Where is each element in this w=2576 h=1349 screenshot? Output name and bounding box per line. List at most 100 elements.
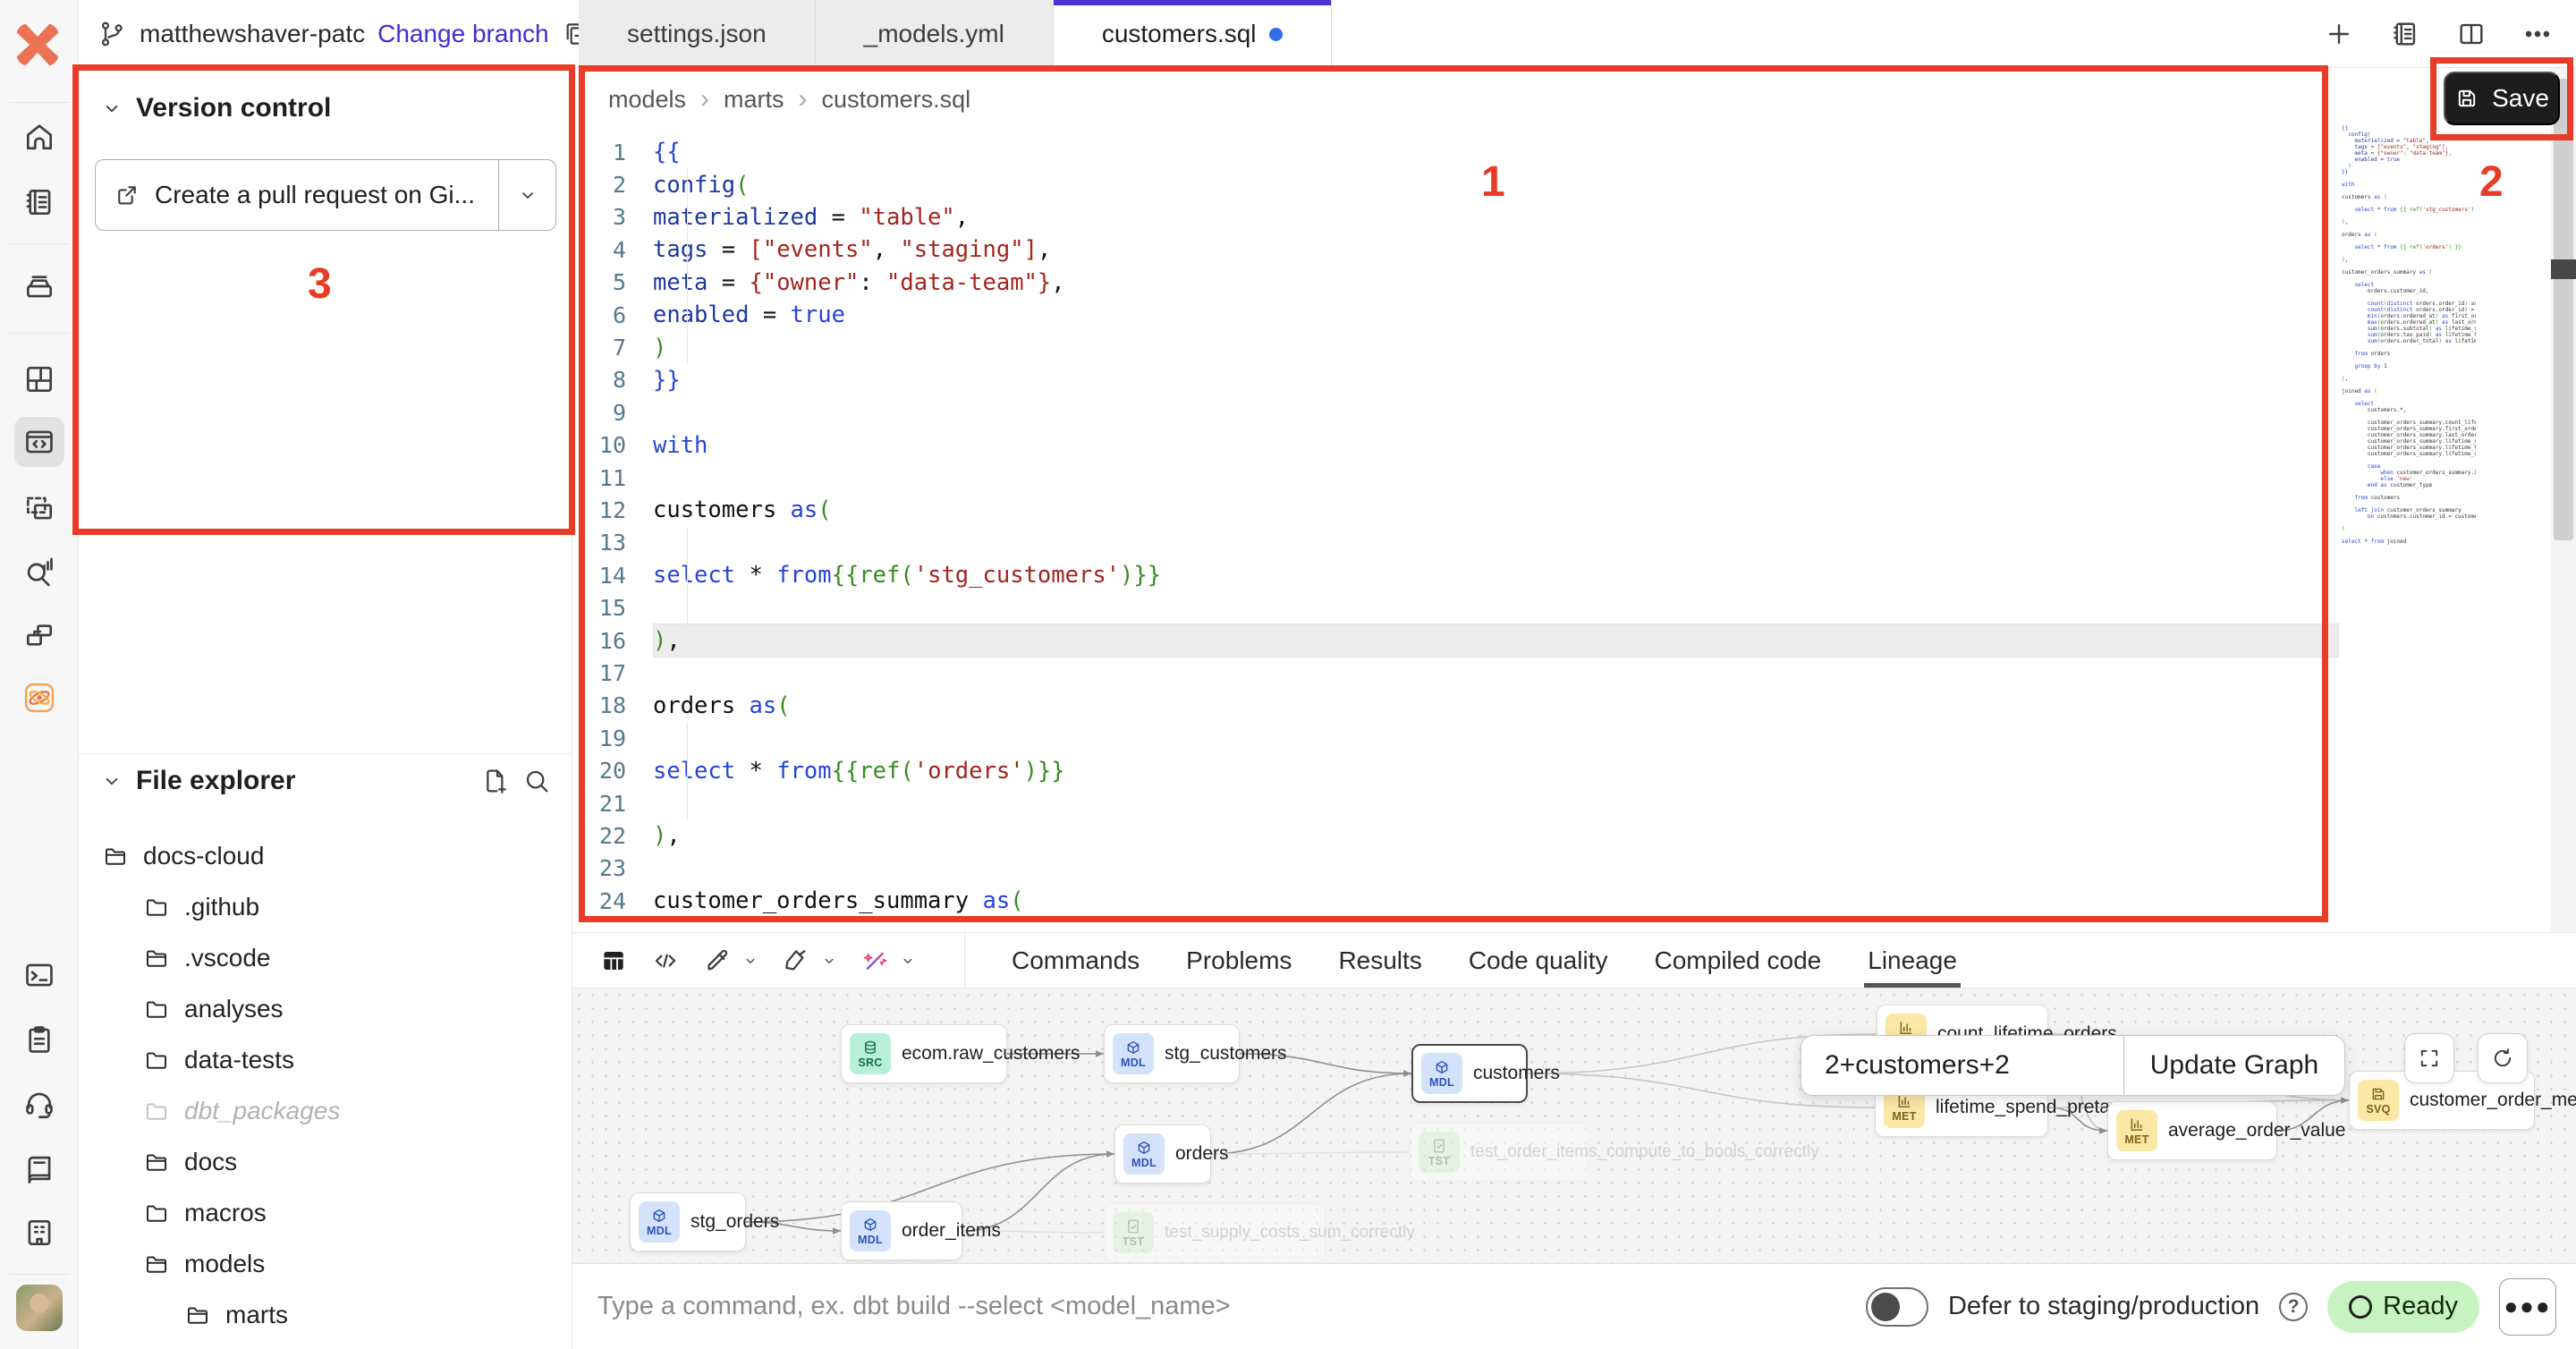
chevron-down-icon[interactable]: [900, 953, 916, 969]
user-avatar[interactable]: [16, 1285, 63, 1331]
code-line-14[interactable]: 14 select * from {{ ref('stg_customers')…: [572, 559, 2339, 591]
code-line-15[interactable]: 15: [572, 591, 2339, 624]
panel-tab-results[interactable]: Results: [1338, 933, 1421, 988]
breadcrumb-item[interactable]: models: [608, 86, 686, 114]
help-icon[interactable]: ?: [2279, 1293, 2308, 1321]
panel-tab-compiled-code[interactable]: Compiled code: [1654, 933, 1821, 988]
pr-dropdown-caret[interactable]: [498, 160, 555, 230]
code-line-23[interactable]: 23: [572, 853, 2339, 885]
code-line-8[interactable]: 8}}: [572, 364, 2339, 396]
sidebar-item-clipboard[interactable]: [14, 1014, 64, 1065]
code-line-22[interactable]: 22),: [572, 819, 2339, 852]
lineage-node-stg_customers[interactable]: MDLstg_customers: [1104, 1024, 1240, 1083]
sidebar-item-support[interactable]: [14, 1079, 64, 1129]
build-tools-icon[interactable]: [703, 946, 732, 975]
minimap[interactable]: {{ config( materialized = "table", tags …: [2342, 125, 2476, 545]
file-tree-item-macros[interactable]: macros: [79, 1187, 572, 1238]
command-input[interactable]: Type a command, ex. dbt build --select <…: [597, 1292, 1866, 1321]
sidebar-item-environments[interactable]: [14, 261, 64, 311]
branch-name[interactable]: matthewshaver-patc: [140, 20, 365, 48]
lineage-node-customers[interactable]: MDLcustomers: [1411, 1044, 1528, 1103]
code-line-19[interactable]: 19: [572, 722, 2339, 754]
plus-icon[interactable]: [2324, 19, 2354, 49]
file-explorer-header[interactable]: File explorer: [100, 766, 551, 796]
dbt-logo[interactable]: [13, 20, 63, 70]
code-line-4[interactable]: 4 tags = ["events", "staging"],: [572, 233, 2339, 266]
file-tree-item-.vscode[interactable]: .vscode: [79, 932, 572, 983]
panel-tab-commands[interactable]: Commands: [1012, 933, 1140, 988]
sidebar-item-canvas[interactable]: [14, 483, 64, 533]
scrollbar-thumb[interactable]: [2554, 79, 2573, 540]
lineage-node-test_order_items[interactable]: TSTtest_order_items_compute_to_bools_cor…: [1410, 1123, 1589, 1182]
sidebar-item-explore[interactable]: [14, 546, 64, 596]
sidebar-item-windows[interactable]: [14, 610, 64, 660]
sidebar-item-docs[interactable]: [14, 1143, 64, 1193]
code-line-10[interactable]: 10with: [572, 429, 2339, 462]
code-line-5[interactable]: 5 meta = {"owner": "data-team"},: [572, 267, 2339, 299]
sidebar-item-organization[interactable]: [14, 1208, 64, 1258]
lineage-node-test_supply[interactable]: TSTtest_supply_costs_sum_correctly: [1104, 1203, 1326, 1262]
more-options-button[interactable]: ●●●: [2499, 1278, 2556, 1336]
code-icon[interactable]: [651, 946, 680, 975]
sidebar-item-terminal[interactable]: [14, 950, 64, 1000]
panel-tab-problems[interactable]: Problems: [1186, 933, 1292, 988]
file-tree-item-models[interactable]: models: [79, 1238, 572, 1289]
sidebar-item-copilot[interactable]: [14, 673, 64, 723]
create-pr-button-main[interactable]: Create a pull request on Gi...: [96, 160, 498, 230]
code-editor[interactable]: models› marts› customers.sql 1{{2 config…: [572, 68, 2576, 932]
file-tree-item-dbt_packages[interactable]: dbt_packages: [79, 1085, 572, 1136]
breadcrumb-item[interactable]: customers.sql: [822, 86, 971, 114]
editor-scrollbar[interactable]: [2551, 68, 2576, 932]
code-line-21[interactable]: 21: [572, 787, 2339, 819]
lineage-node-average_order_value[interactable]: METaverage_order_value: [2107, 1101, 2277, 1160]
status-badge[interactable]: Ready: [2327, 1281, 2479, 1333]
update-graph-button[interactable]: Update Graph: [2124, 1036, 2344, 1095]
code-line-17[interactable]: 17: [572, 657, 2339, 689]
tab-_models.yml[interactable]: _models.yml: [816, 0, 1054, 68]
file-tree-item-data-tests[interactable]: data-tests: [79, 1034, 572, 1085]
code-line-7[interactable]: 7 ): [572, 331, 2339, 363]
tab-settings.json[interactable]: settings.json: [579, 0, 816, 68]
code-line-18[interactable]: 18orders as (: [572, 690, 2339, 722]
code-line-12[interactable]: 12customers as (: [572, 494, 2339, 526]
version-control-header[interactable]: Version control: [100, 93, 331, 123]
code-line-3[interactable]: 3 materialized = "table",: [572, 201, 2339, 233]
more-icon[interactable]: [2522, 19, 2553, 49]
sidebar-item-dashboard[interactable]: [14, 354, 64, 404]
code-line-11[interactable]: 11: [572, 462, 2339, 494]
defer-toggle[interactable]: [1866, 1287, 1928, 1327]
tab-customers.sql[interactable]: customers.sql: [1054, 0, 1332, 68]
code-line-9[interactable]: 9: [572, 396, 2339, 428]
sidebar-item-journal[interactable]: [14, 177, 64, 227]
panel-tab-code-quality[interactable]: Code quality: [1469, 933, 1608, 988]
notebook-icon[interactable]: [2390, 19, 2420, 49]
breadcrumb-item[interactable]: marts: [724, 86, 784, 114]
panel-tab-lineage[interactable]: Lineage: [1868, 933, 1957, 988]
table-icon[interactable]: [599, 946, 628, 975]
code-lines[interactable]: 1{{2 config(3 materialized = "table",4 t…: [572, 136, 2339, 917]
new-file-icon[interactable]: [481, 767, 510, 795]
lineage-node-stg_orders[interactable]: MDLstg_orders: [630, 1192, 746, 1251]
code-line-2[interactable]: 2 config(: [572, 168, 2339, 200]
refresh-graph-button[interactable]: [2478, 1033, 2528, 1083]
change-branch-link[interactable]: Change branch: [377, 20, 548, 48]
code-line-20[interactable]: 20 select * from {{ ref('orders') }}: [572, 754, 2339, 786]
file-tree-item-docs[interactable]: docs: [79, 1136, 572, 1187]
chevron-down-icon[interactable]: [742, 953, 758, 969]
search-icon[interactable]: [522, 767, 551, 795]
code-line-24[interactable]: 24customer_orders_summary as (: [572, 885, 2339, 917]
lineage-node-orders[interactable]: MDLorders: [1114, 1124, 1211, 1184]
create-pr-button[interactable]: Create a pull request on Gi...: [95, 159, 556, 231]
lineage-node-order_items[interactable]: MDLorder_items: [841, 1201, 962, 1260]
file-tree-item-analyses[interactable]: analyses: [79, 983, 572, 1034]
file-tree-item-marts[interactable]: marts: [79, 1289, 572, 1340]
code-line-1[interactable]: 1{{: [572, 136, 2339, 168]
save-button[interactable]: Save: [2444, 72, 2560, 125]
lineage-selector-input[interactable]: 2+customers+2: [1801, 1036, 2124, 1095]
chevron-down-icon[interactable]: [821, 953, 837, 969]
fullscreen-button[interactable]: [2404, 1033, 2454, 1083]
code-line-13[interactable]: 13: [572, 527, 2339, 559]
sidebar-item-code-editor[interactable]: [14, 417, 64, 467]
lineage-canvas[interactable]: SRCecom.raw_customersMDLstg_customersMDL…: [572, 988, 2576, 1263]
code-line-6[interactable]: 6 enabled = true: [572, 299, 2339, 331]
